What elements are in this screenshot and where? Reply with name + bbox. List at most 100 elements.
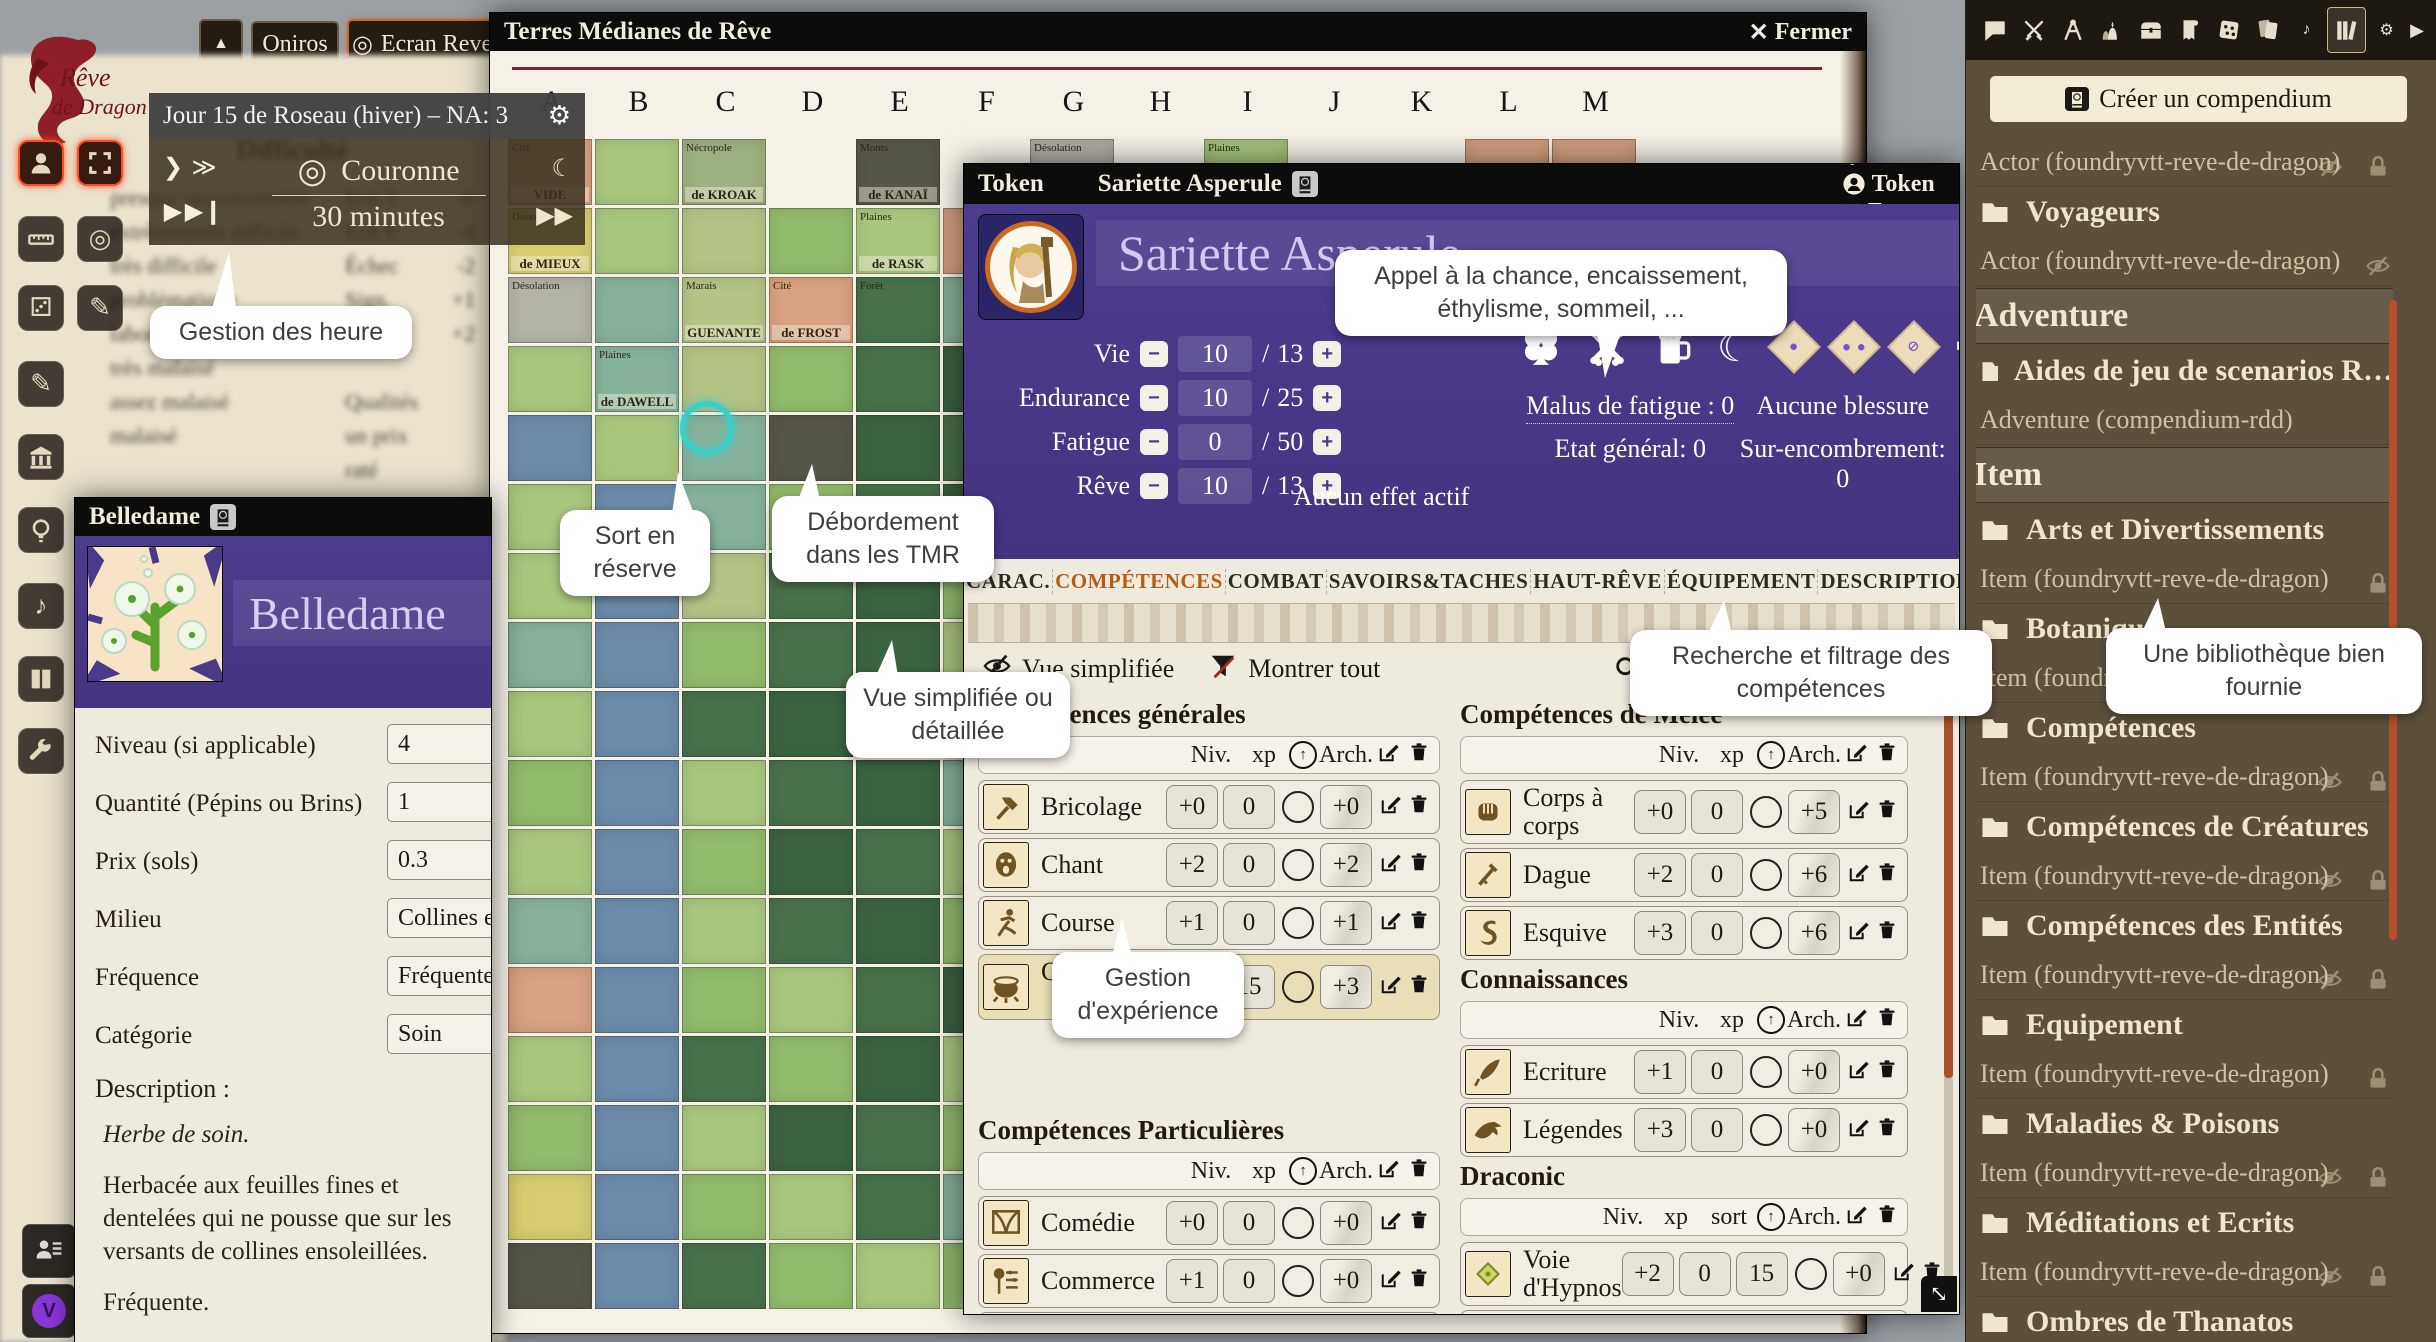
archive-all-icon[interactable]: ↑	[1757, 741, 1785, 769]
stat-value[interactable]: 10	[1178, 380, 1252, 416]
archive-toggle[interactable]	[1282, 907, 1314, 939]
compendium-pack[interactable]: Item (foundryvtt-reve-de-dragon)	[1976, 1149, 2393, 1198]
skill-xp[interactable]: 0	[1691, 1108, 1743, 1152]
skill-xp[interactable]: 0	[1223, 785, 1275, 829]
trash-icon[interactable]	[1405, 1209, 1433, 1238]
compendium-folder[interactable]: Ombres de Thanatos	[1976, 1297, 2393, 1342]
field-input[interactable]	[387, 840, 492, 880]
tmr-map-titlebar[interactable]: Terres Médianes de Rêve ✕ Fermer	[490, 13, 1866, 51]
stat-plus-button[interactable]: +	[1313, 429, 1341, 455]
time-step-icon[interactable]: ▶	[164, 197, 182, 226]
book-badge-icon[interactable]	[1292, 171, 1318, 197]
stat-plus-button[interactable]: +	[1313, 341, 1341, 367]
macro-bar-button[interactable]	[22, 1224, 76, 1278]
archive-toggle[interactable]	[1282, 849, 1314, 881]
edit-icon[interactable]	[1845, 798, 1873, 827]
edit-icon[interactable]	[1845, 919, 1873, 948]
skill-niveau[interactable]: +1	[1634, 1050, 1686, 1094]
field-input[interactable]	[387, 724, 492, 764]
tmr-demi-reve-token[interactable]	[680, 401, 734, 455]
skill-name[interactable]: Comédie	[1041, 1209, 1166, 1237]
skill-xp[interactable]: 0	[1223, 901, 1275, 945]
skill-niveau[interactable]: +3	[1634, 1108, 1686, 1152]
trash-icon[interactable]	[1873, 741, 1901, 770]
archive-toggle[interactable]	[1750, 1056, 1782, 1088]
archive-toggle[interactable]	[1750, 917, 1782, 949]
trash-icon[interactable]	[1405, 973, 1433, 1002]
belledame-item-name[interactable]: Belledame	[233, 587, 446, 640]
archive-all-icon[interactable]: ↑	[1289, 1157, 1317, 1185]
sheet-action-feuille[interactable]: ⚙Feuille	[1842, 163, 1945, 171]
measure-controls-button[interactable]	[18, 216, 64, 262]
sheet-scrollbar[interactable]	[1944, 698, 1953, 1298]
trash-icon[interactable]	[1405, 909, 1433, 938]
target-tool-button[interactable]: ◎	[77, 216, 123, 262]
wound-medium-icon[interactable]: ● ●	[1835, 324, 1873, 370]
lighting-controls-button[interactable]	[18, 507, 64, 553]
edit-icon[interactable]	[1377, 1267, 1405, 1296]
archive-toggle[interactable]	[1750, 796, 1782, 828]
compendium-folder[interactable]: Maladies & Poisons	[1976, 1099, 2393, 1149]
drawing-tool-button[interactable]: ✎	[77, 285, 123, 331]
compendium-folder[interactable]: Equipement	[1976, 1000, 2393, 1050]
sidebar-tab-scenes[interactable]	[2054, 8, 2091, 52]
trash-icon[interactable]	[1873, 919, 1901, 948]
walls-controls-button[interactable]	[18, 434, 64, 480]
skill-niveau[interactable]: +0	[1166, 1201, 1218, 1245]
edit-icon[interactable]	[1843, 1203, 1871, 1232]
sidebar-tab-chat[interactable]	[1976, 8, 2013, 52]
tab-haut-r-ve[interactable]: HAUT-RÊVE	[1531, 569, 1665, 594]
archive-toggle[interactable]	[1750, 859, 1782, 891]
edit-icon[interactable]	[1375, 1157, 1403, 1186]
skill-xp[interactable]: 0	[1691, 1050, 1743, 1094]
edit-icon[interactable]	[1377, 1209, 1405, 1238]
tab-comp-tences[interactable]: COMPÉTENCES	[1053, 569, 1226, 594]
character-portrait[interactable]	[978, 214, 1084, 320]
compendium-folder[interactable]: Compétences de Créatures	[1976, 802, 2393, 852]
skill-name[interactable]: Bricolage	[1041, 793, 1166, 821]
archive-toggle[interactable]	[1795, 1258, 1827, 1290]
stat-minus-button[interactable]: −	[1140, 385, 1168, 411]
skill-xp[interactable]: 0	[1223, 843, 1275, 887]
archive-all-icon[interactable]: ↑	[1289, 741, 1317, 769]
player-avatar[interactable]: V	[22, 1284, 76, 1338]
belledame-titlebar[interactable]: Belledame	[75, 498, 491, 536]
encumbrance-icon[interactable]: ✚	[1955, 324, 1960, 370]
field-input[interactable]	[387, 956, 492, 996]
skill-xp[interactable]: 0	[1223, 1259, 1275, 1303]
trash-icon[interactable]	[1405, 793, 1433, 822]
edit-icon[interactable]	[1890, 1260, 1918, 1289]
drawings-controls-button[interactable]: ✎	[18, 361, 64, 407]
trash-icon[interactable]	[1405, 1157, 1433, 1186]
compendium-folder[interactable]: Arts et Divertissements	[1976, 505, 2393, 555]
skill-sort[interactable]: 15	[1736, 1252, 1788, 1296]
skill-name[interactable]: Esquive	[1523, 919, 1634, 947]
compendium-pack[interactable]: Item (foundryvtt-reve-de-dragon)	[1976, 852, 2393, 901]
edit-icon[interactable]	[1377, 973, 1405, 1002]
skill-niveau[interactable]: +0	[1166, 785, 1218, 829]
tab-description[interactable]: DESCRIPTION	[1818, 569, 1960, 594]
time-step-icon[interactable]: ▶❙	[185, 197, 224, 226]
skill-niveau[interactable]: +2	[1634, 853, 1686, 897]
field-input[interactable]	[387, 782, 492, 822]
sidebar-scrollbar[interactable]	[2389, 300, 2397, 940]
token-controls-button[interactable]	[18, 140, 64, 186]
select-targets-button[interactable]	[77, 140, 123, 186]
sidebar-tab-tables[interactable]	[2210, 8, 2247, 52]
trash-icon[interactable]	[1873, 1203, 1901, 1232]
archive-all-icon[interactable]: ↑	[1757, 1006, 1785, 1034]
time-step-icon[interactable]: ❯	[163, 153, 183, 182]
skill-name[interactable]: Course	[1041, 909, 1166, 937]
trash-icon[interactable]	[1873, 1058, 1901, 1087]
show-all-filter[interactable]: Montrer tout	[1208, 651, 1380, 688]
compendium-pack[interactable]: Item (foundryvtt-reve-de-dragon)	[1976, 1248, 2393, 1297]
compendium-pack[interactable]: Actor (foundryvtt-reve-de-dragon)	[1976, 237, 2393, 286]
edit-icon[interactable]	[1375, 741, 1403, 770]
archive-toggle[interactable]	[1750, 1114, 1782, 1146]
sidebar-collapse-icon[interactable]: ▶	[2407, 20, 2427, 41]
stat-value[interactable]: 0	[1178, 424, 1252, 460]
trash-icon[interactable]	[1873, 798, 1901, 827]
compendium-section-item[interactable]: Item	[1976, 447, 2393, 503]
notes-controls-button[interactable]	[18, 656, 64, 702]
tab-savoirs-taches[interactable]: SAVOIRS&TACHES	[1327, 569, 1532, 594]
